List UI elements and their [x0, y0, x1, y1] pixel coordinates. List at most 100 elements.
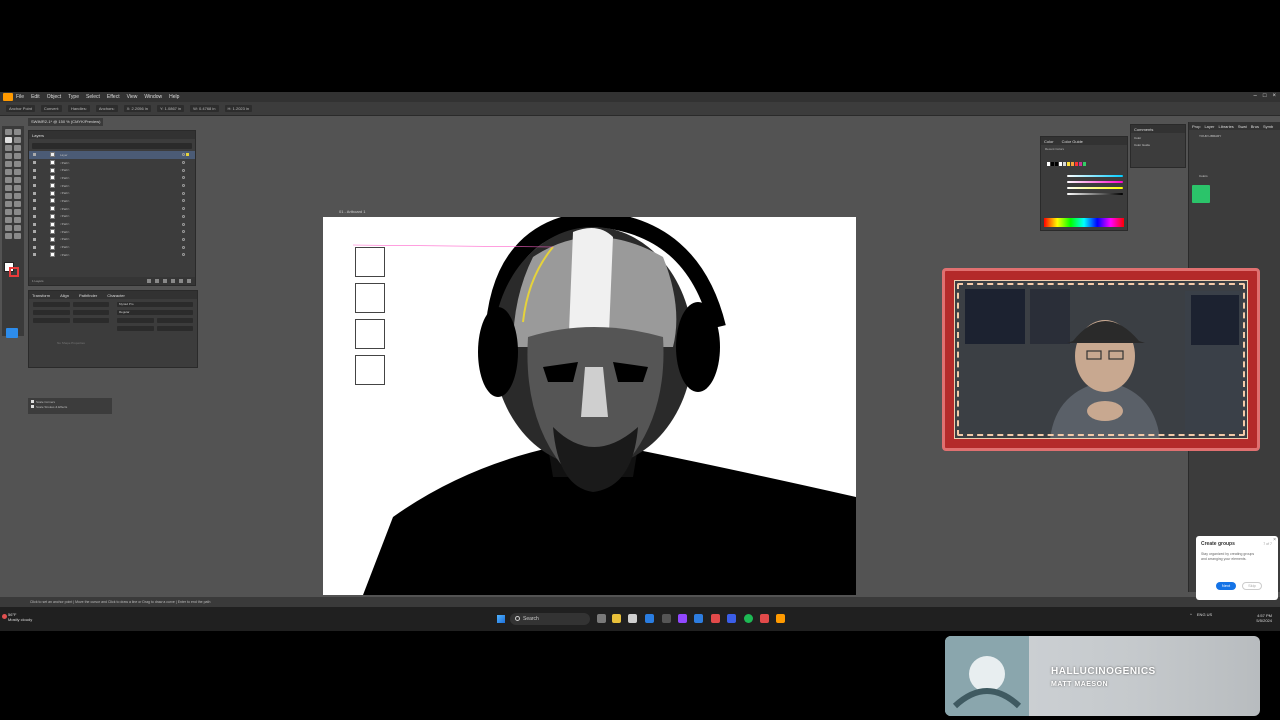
layer-row[interactable]: <Path> — [29, 220, 195, 228]
tab-pathfinder[interactable]: Pathfinder — [79, 293, 97, 298]
menu-edit[interactable]: Edit — [31, 94, 40, 100]
menu-help[interactable]: Help — [169, 94, 179, 100]
tab-color[interactable]: Color — [1044, 139, 1054, 144]
yellow-slider[interactable] — [1067, 187, 1123, 189]
tab-symbols[interactable]: Symb — [1263, 124, 1273, 129]
skip-button[interactable]: Skip — [1242, 582, 1262, 590]
close-icon[interactable]: × — [1273, 537, 1276, 543]
target-icon[interactable] — [182, 153, 185, 157]
visibility-eye-icon[interactable] — [33, 207, 36, 211]
recent-color-swatch[interactable] — [1083, 162, 1086, 166]
tab-comments[interactable]: Comments — [1134, 127, 1153, 132]
control-convert[interactable]: Convert: — [40, 105, 63, 112]
recent-color-swatch[interactable] — [1071, 162, 1074, 166]
recent-color-swatch[interactable] — [1059, 162, 1062, 166]
target-icon[interactable] — [182, 237, 185, 241]
layer-row[interactable]: <Path> — [29, 197, 195, 205]
menu-file[interactable]: File — [16, 94, 24, 100]
clock[interactable]: 4:57 PM 5/5/2024 — [1256, 613, 1272, 623]
hand-tool-icon[interactable] — [5, 225, 12, 231]
tab-layers[interactable]: Layers — [32, 133, 44, 138]
leading-field[interactable] — [156, 318, 193, 323]
new-layer-icon[interactable] — [179, 279, 183, 283]
settings-icon[interactable] — [662, 614, 671, 623]
target-icon[interactable] — [182, 245, 185, 249]
tab-brushes[interactable]: Brus — [1251, 124, 1259, 129]
clipping-mask-icon[interactable] — [163, 279, 167, 283]
free-transform-tool-icon[interactable] — [14, 177, 21, 183]
more-tools-icon[interactable] — [5, 233, 12, 239]
selection-tool-icon[interactable] — [5, 129, 12, 135]
menu-object[interactable]: Object — [47, 94, 61, 100]
target-icon[interactable] — [182, 199, 185, 203]
paintbrush-tool-icon[interactable] — [14, 153, 21, 159]
control-x-field[interactable]: X: 2.2056 in — [123, 105, 151, 112]
control-w-field[interactable]: W: 0.4768 in — [190, 105, 219, 112]
scale-tool-icon[interactable] — [14, 169, 21, 175]
menu-select[interactable]: Select — [86, 94, 100, 100]
recent-color-swatch[interactable] — [1055, 162, 1058, 166]
gradient-tool-icon[interactable] — [14, 193, 21, 199]
tab-color-guide[interactable]: Color Guide — [1062, 139, 1083, 144]
recent-color-swatch[interactable] — [1051, 162, 1054, 166]
line-tool-icon[interactable] — [14, 145, 21, 151]
tray-chevron-icon[interactable]: ^ — [1190, 612, 1192, 617]
swap-fill-stroke-icon[interactable] — [14, 233, 21, 239]
kerning-field[interactable] — [117, 326, 154, 331]
locate-object-icon[interactable] — [155, 279, 159, 283]
document-tab[interactable]: SWIMR2-1* @ 150 % (CMYK/Preview) — [28, 118, 104, 126]
visibility-eye-icon[interactable] — [33, 214, 36, 218]
task-view-icon[interactable] — [597, 614, 606, 623]
layer-row[interactable]: <Path> — [29, 174, 195, 182]
spotify-icon[interactable] — [744, 614, 753, 623]
recent-color-swatch[interactable] — [1075, 162, 1078, 166]
visibility-eye-icon[interactable] — [33, 161, 36, 165]
tab-layers[interactable]: Layer — [1204, 124, 1214, 129]
target-icon[interactable] — [182, 207, 185, 211]
black-slider[interactable] — [1067, 193, 1123, 195]
comments-color-guide-item[interactable]: Color Guide — [1134, 143, 1182, 147]
font-family-select[interactable]: Myriad Pro — [117, 302, 193, 307]
control-h-field[interactable]: H: 1.2023 in — [224, 105, 253, 112]
scale-strokes-checkbox[interactable]: Scale Strokes & Effects — [31, 405, 109, 410]
file-explorer-icon[interactable] — [612, 614, 621, 623]
edge-icon[interactable] — [645, 614, 654, 623]
font-style-select[interactable]: Regular — [117, 310, 193, 315]
close-icon[interactable]: × — [1272, 93, 1276, 99]
target-icon[interactable] — [182, 191, 185, 195]
shear-field[interactable] — [72, 318, 109, 323]
h-field[interactable] — [72, 310, 109, 315]
layer-row[interactable]: <Path> — [29, 159, 195, 167]
rotate-field[interactable] — [33, 318, 70, 323]
visibility-eye-icon[interactable] — [33, 199, 36, 203]
visibility-eye-icon[interactable] — [33, 184, 36, 188]
magenta-slider[interactable] — [1067, 181, 1123, 183]
visibility-eye-icon[interactable] — [33, 191, 36, 195]
visibility-eye-icon[interactable] — [33, 168, 36, 172]
tab-swatches[interactable]: Swat — [1238, 124, 1247, 129]
menu-effect[interactable]: Effect — [107, 94, 120, 100]
illustrator-icon[interactable] — [776, 614, 785, 623]
y-field[interactable] — [33, 310, 70, 315]
x-field[interactable] — [33, 302, 70, 307]
trash-icon[interactable] — [187, 279, 191, 283]
target-icon[interactable] — [182, 161, 185, 165]
layer-row[interactable]: <Path> — [29, 182, 195, 190]
layer-row[interactable]: <Path> — [29, 205, 195, 213]
layer-row[interactable]: <Path> — [29, 166, 195, 174]
w-field[interactable] — [72, 302, 109, 307]
visibility-eye-icon[interactable] — [33, 253, 36, 257]
layer-row[interactable]: <Path> — [29, 243, 195, 251]
menu-view[interactable]: View — [127, 94, 138, 100]
export-icon[interactable] — [147, 279, 151, 283]
tab-character[interactable]: Character — [107, 293, 125, 298]
layer-row[interactable]: <Path> — [29, 189, 195, 197]
slice-tool-icon[interactable] — [14, 217, 21, 223]
visibility-eye-icon[interactable] — [33, 222, 36, 226]
tab-properties[interactable]: Prop — [1192, 124, 1200, 129]
comments-color-item[interactable]: Color — [1134, 136, 1182, 140]
visibility-eye-icon[interactable] — [33, 230, 36, 234]
blend-tool-icon[interactable] — [14, 201, 21, 207]
next-button[interactable]: Next — [1216, 582, 1236, 590]
control-anchors[interactable]: Anchors: — [95, 105, 118, 112]
